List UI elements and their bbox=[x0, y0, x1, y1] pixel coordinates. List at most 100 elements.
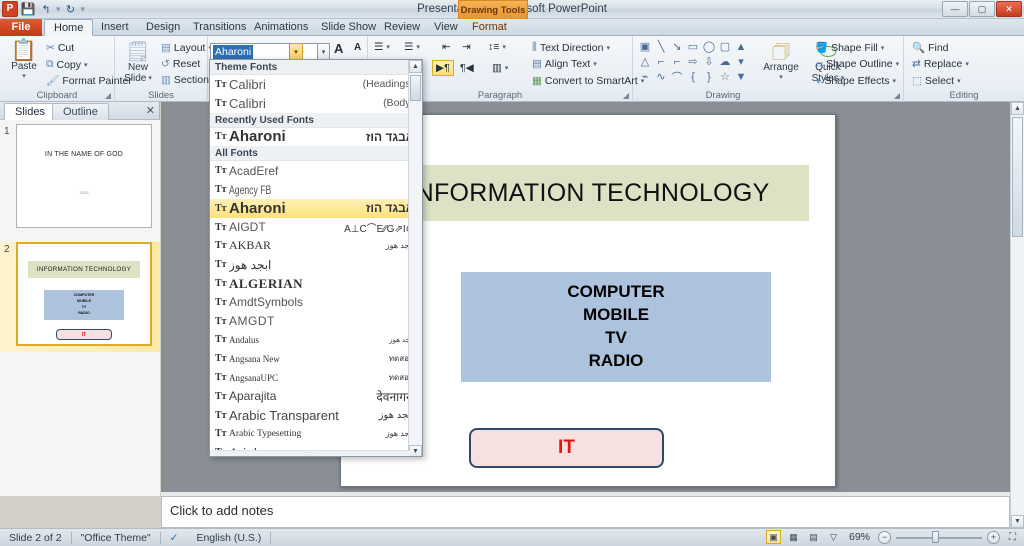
slide-thumbnail-canvas[interactable]: IN THE NAME OF GOD 2013 bbox=[16, 124, 152, 228]
font-size-dropdown-arrow[interactable]: ▾ bbox=[318, 43, 330, 60]
replace-caret-icon[interactable]: ▾ bbox=[965, 60, 969, 68]
font-item-amgdt[interactable]: Tт AMGDT bbox=[210, 312, 422, 331]
slide-thumbnail-list[interactable]: 1 IN THE NAME OF GOD 2013 2 INFORMATION … bbox=[0, 120, 160, 496]
numbering-caret-icon[interactable]: ▾ bbox=[416, 43, 420, 51]
shape-outline-button[interactable]: ▱ Shape Outline ▾ bbox=[815, 58, 899, 70]
font-item-akbar[interactable]: Tт AKBAR أبجد هوز bbox=[210, 237, 422, 256]
font-item-amdtsymbols[interactable]: Tт AmdtSymbols bbox=[210, 293, 422, 312]
columns-button[interactable]: ▥ ▾ bbox=[492, 62, 508, 74]
font-list-scroll-up-button[interactable]: ▲ bbox=[409, 60, 422, 73]
text-direction-button[interactable]: ⫼ Text Direction ▾ bbox=[532, 41, 610, 54]
tab-animations[interactable]: Animations bbox=[245, 19, 317, 36]
view-normal-button[interactable]: ▣ bbox=[765, 530, 781, 544]
font-item-aparajita[interactable]: Tт Aparajita देवनागरी bbox=[210, 387, 422, 406]
language-indicator[interactable]: English (U.S.) bbox=[187, 532, 270, 544]
paragraph-dialog-launcher[interactable]: ◢ bbox=[623, 91, 629, 100]
tab-format[interactable]: Format bbox=[463, 19, 516, 36]
tab-outline[interactable]: Outline bbox=[52, 103, 109, 120]
font-item-aharoni-selected[interactable]: Tт Aharoni אבגד הוז bbox=[210, 198, 422, 218]
font-item-angsanaupc[interactable]: Tт AngsanaUPC ทดสอบ bbox=[210, 368, 422, 387]
shape-rect-icon[interactable]: ▭ bbox=[685, 39, 701, 54]
slide-it-shape[interactable]: IT bbox=[469, 428, 664, 468]
replace-button[interactable]: ⇄ Replace ▾ bbox=[912, 58, 969, 70]
shape-down-arrow-icon[interactable]: ⇩ bbox=[701, 54, 717, 69]
rtl-text-direction-button[interactable]: ¶◀ bbox=[460, 62, 474, 74]
tab-view[interactable]: View bbox=[425, 19, 467, 36]
shape-roundrect-icon[interactable]: ▢ bbox=[717, 39, 733, 54]
paste-caret-icon[interactable]: ▾ bbox=[22, 73, 26, 80]
tab-slides[interactable]: Slides bbox=[4, 103, 56, 120]
select-button[interactable]: ⬚ Select ▾ bbox=[912, 75, 961, 87]
shape-effects-caret-icon[interactable]: ▾ bbox=[893, 77, 897, 85]
font-list-scroll-thumb[interactable] bbox=[410, 75, 421, 101]
increase-indent-button[interactable]: ⇥ bbox=[462, 41, 471, 53]
scroll-thumb[interactable] bbox=[1012, 117, 1023, 237]
font-list-scrollbar[interactable]: ▲ ▼ bbox=[408, 60, 422, 456]
shape-effects-button[interactable]: ◖ Shape Effects ▾ bbox=[815, 75, 896, 87]
shape-elbow-icon[interactable]: ⌐ bbox=[653, 54, 669, 69]
font-list-resize-grip[interactable]: ···· bbox=[210, 450, 410, 456]
minimize-button[interactable]: — bbox=[942, 1, 968, 17]
spellcheck-icon[interactable]: ✓ bbox=[161, 532, 188, 544]
font-name-input[interactable]: Aharoni bbox=[210, 43, 290, 60]
shape-right-arrow-icon[interactable]: ⇨ bbox=[685, 54, 701, 69]
zoom-in-button[interactable]: + bbox=[987, 530, 1000, 544]
slide-thumbnail-1[interactable]: 1 IN THE NAME OF GOD 2013 bbox=[0, 124, 160, 234]
font-item-acaderef[interactable]: Tт AcadEref bbox=[210, 161, 422, 180]
new-slide-button[interactable]: 🗒 New Slide ▾ bbox=[119, 42, 157, 84]
shapes-scroll-down-icon[interactable]: ▼ bbox=[733, 69, 749, 84]
shape-oval-icon[interactable]: ◯ bbox=[701, 39, 717, 54]
tab-insert[interactable]: Insert bbox=[92, 19, 138, 36]
font-item-arabic-named[interactable]: Tт ابجد هوز bbox=[210, 255, 422, 274]
tab-file[interactable]: File bbox=[0, 19, 42, 36]
font-item-andalus[interactable]: Tт Andalus أبجد هوز bbox=[210, 331, 422, 350]
numbering-button[interactable]: ☰ ▾ bbox=[404, 41, 420, 53]
tab-design[interactable]: Design bbox=[137, 19, 189, 36]
font-item-arabic-typesetting[interactable]: Tт Arabic Typesetting أبجد هوز bbox=[210, 425, 422, 444]
close-button[interactable]: ✕ bbox=[996, 1, 1022, 17]
slide-title-shape[interactable]: INFORMATION TECHNOLOGY bbox=[369, 165, 809, 221]
font-item-calibri-headings[interactable]: Tт Calibri (Headings) bbox=[210, 75, 422, 94]
shape-scribble-icon[interactable]: ∿ bbox=[653, 69, 669, 84]
zoom-slider[interactable] bbox=[896, 530, 982, 544]
tab-review[interactable]: Review bbox=[375, 19, 429, 36]
zoom-out-button[interactable]: − bbox=[878, 530, 891, 544]
theme-name[interactable]: "Office Theme" bbox=[72, 532, 160, 544]
slide-vertical-scrollbar[interactable]: ▲ ▼ bbox=[1010, 102, 1024, 528]
notes-pane[interactable]: Click to add notes bbox=[161, 496, 1010, 528]
bullets-caret-icon[interactable]: ▾ bbox=[386, 43, 390, 51]
reset-button[interactable]: ↺ Reset bbox=[161, 58, 200, 70]
font-item-aigdt[interactable]: Tт AIGDT A⊥C⌒E∕∕G⇗I⊕ bbox=[210, 218, 422, 237]
shape-left-brace-icon[interactable]: { bbox=[685, 69, 701, 84]
shape-cloud-icon[interactable]: ☁ bbox=[717, 54, 733, 69]
maximize-button[interactable]: ▢ bbox=[969, 1, 995, 17]
slide-thumbnail-canvas[interactable]: INFORMATION TECHNOLOGY COMPUTER MOBILE T… bbox=[16, 242, 152, 346]
line-spacing-caret-icon[interactable]: ▾ bbox=[502, 43, 506, 51]
slide-content-shape[interactable]: COMPUTER MOBILE TV RADIO bbox=[461, 272, 771, 382]
shape-star-icon[interactable]: ☆ bbox=[717, 69, 733, 84]
fit-to-window-button[interactable]: ⛶ bbox=[1005, 530, 1020, 544]
scroll-down-button[interactable]: ▼ bbox=[1011, 515, 1024, 528]
shrink-font-button[interactable]: A bbox=[354, 42, 361, 53]
convert-to-smartart-button[interactable]: ▦ Convert to SmartArt ▾ bbox=[532, 75, 644, 87]
layout-button[interactable]: ▤ Layout ▾ bbox=[161, 42, 212, 54]
shapes-gallery[interactable]: ▣ ╲ ↘ ▭ ◯ ▢ ▲ △ ⌐ ⌐ ⇨ ⇩ ☁ ▾ ⌁ ∿ ⌒ { } ☆ bbox=[637, 39, 755, 84]
ltr-text-direction-button[interactable]: ▶¶ bbox=[432, 60, 454, 76]
font-item-algerian[interactable]: Tт ALGERIAN bbox=[210, 274, 422, 293]
shape-recent-icon[interactable]: ▣ bbox=[637, 39, 653, 54]
zoom-percent-label[interactable]: 69% bbox=[846, 531, 873, 543]
font-item-angsana-new[interactable]: Tт Angsana New ทดสอบ bbox=[210, 349, 422, 368]
shape-arc-icon[interactable]: ⌒ bbox=[669, 69, 685, 84]
font-dropdown-list[interactable]: Theme Fonts Tт Calibri (Headings) Tт Cal… bbox=[209, 59, 423, 457]
grow-font-button[interactable]: A bbox=[334, 41, 343, 56]
shape-elbow2-icon[interactable]: ⌐ bbox=[669, 54, 685, 69]
decrease-indent-button[interactable]: ⇤ bbox=[442, 41, 451, 53]
drawing-dialog-launcher[interactable]: ◢ bbox=[894, 91, 900, 100]
view-slide-sorter-button[interactable]: ▦ bbox=[786, 530, 801, 544]
shape-line-icon[interactable]: ╲ bbox=[653, 39, 669, 54]
shape-outline-caret-icon[interactable]: ▾ bbox=[896, 60, 900, 68]
font-item-aharoni-recent[interactable]: Tт Aharoni אבגד הוז bbox=[210, 128, 422, 147]
view-reading-button[interactable]: ▤ bbox=[806, 530, 821, 544]
bullets-button[interactable]: ☰ ▾ bbox=[374, 41, 390, 53]
select-caret-icon[interactable]: ▾ bbox=[957, 77, 961, 85]
